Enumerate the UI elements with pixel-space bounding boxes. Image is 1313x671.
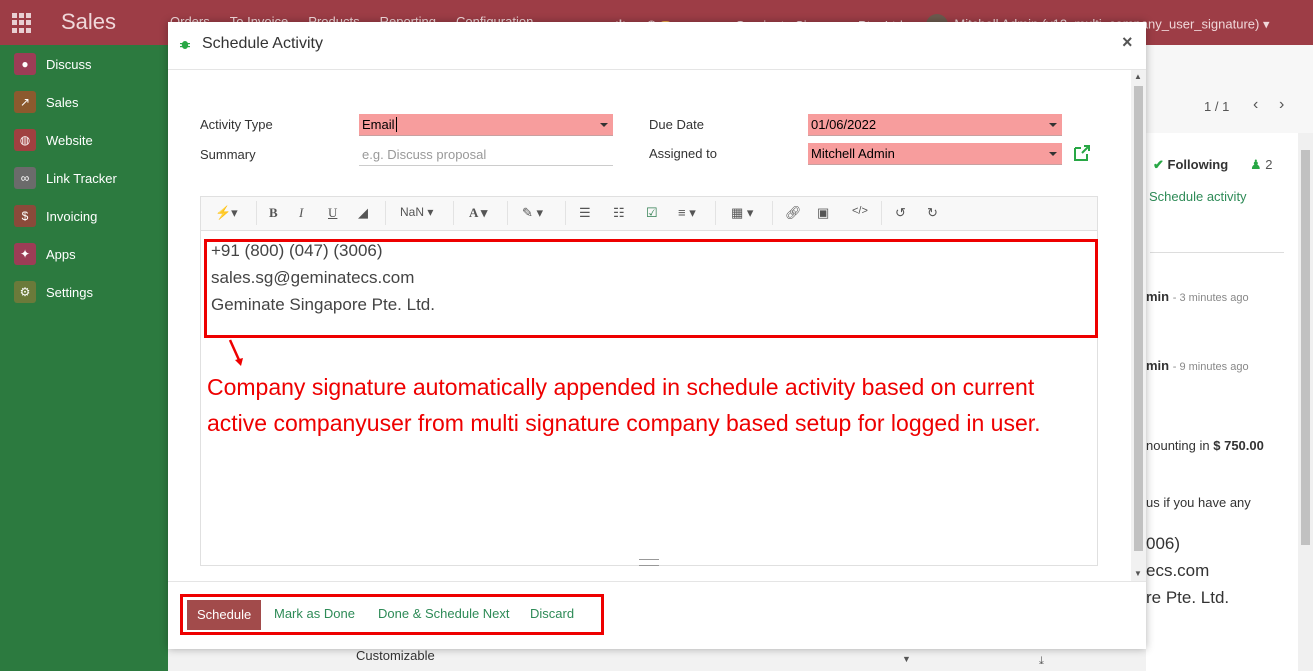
editor-resize-handle[interactable] — [639, 559, 659, 566]
assigned-to-select[interactable]: Mitchell Admin — [808, 143, 1062, 165]
globe-icon: ◍ — [14, 129, 36, 151]
link-icon: ∞ — [14, 167, 36, 189]
due-date-input[interactable]: 01/06/2022 — [808, 114, 1062, 136]
assigned-to-label: Assigned to — [649, 146, 717, 161]
message-body: nounting in $ 750.00 — [1146, 438, 1264, 453]
mark-as-done-button[interactable]: Mark as Done — [274, 606, 355, 621]
background-text: Customizable — [356, 648, 435, 663]
underline-icon[interactable]: U — [328, 205, 337, 221]
font-size-dropdown[interactable]: NaN ▾ — [400, 205, 433, 219]
align-icon[interactable]: ≡ ▾ — [678, 205, 696, 221]
apps-icon: ✦ — [14, 243, 36, 265]
sidebar-item-label: Discuss — [46, 56, 92, 72]
page-scrollbar-thumb[interactable] — [1301, 150, 1310, 545]
signature-email: sales.sg@geminatecs.com — [211, 268, 415, 287]
schedule-activity-link[interactable]: Schedule activity — [1149, 189, 1247, 204]
dialog-title: Schedule Activity — [202, 35, 323, 52]
dialog-footer: Schedule Mark as Done Done & Schedule Ne… — [168, 581, 1146, 650]
sidebar-item-label: Website — [46, 132, 93, 148]
gear-icon: ⚙ — [14, 281, 36, 303]
bug-icon — [180, 41, 190, 49]
activity-type-label: Activity Type — [200, 117, 273, 132]
activity-type-select[interactable]: Email — [359, 114, 613, 136]
sidebar-item-discuss[interactable]: ● Discuss — [14, 53, 92, 75]
redo-icon[interactable]: ↻ — [927, 205, 938, 221]
sidebar-item-label: Sales — [46, 94, 79, 110]
table-icon[interactable]: ▦ ▾ — [731, 205, 753, 221]
unordered-list-icon[interactable]: ☰ — [579, 205, 591, 221]
discard-button[interactable]: Discard — [530, 606, 574, 621]
checklist-icon[interactable]: ☑ — [646, 205, 658, 221]
signature-phone: +91 (800) (047) (3006) — [211, 241, 383, 260]
message-signature: re Pte. Ltd. — [1146, 588, 1230, 607]
sidebar-item-link-tracker[interactable]: ∞ Link Tracker — [14, 167, 117, 189]
scroll-down-icon[interactable]: ▼ — [1134, 569, 1142, 578]
sidebar-item-label: Link Tracker — [46, 170, 117, 186]
check-icon: ✔ — [1153, 157, 1164, 172]
sidebar-item-label: Settings — [46, 284, 93, 300]
summary-label: Summary — [200, 147, 256, 162]
message-signature: 006) — [1146, 534, 1181, 553]
due-date-label: Due Date — [649, 117, 704, 132]
signature-company: Geminate Singapore Pte. Ltd. — [211, 295, 435, 314]
bold-icon[interactable]: B — [269, 205, 278, 221]
chevron-down-icon — [1049, 152, 1057, 156]
scroll-up-icon[interactable]: ▲ — [1134, 72, 1142, 81]
summary-input[interactable]: e.g. Discuss proposal — [359, 144, 613, 166]
editor-toolbar: ⚡▾ B I U ◢ NaN ▾ A ▾ ✎ ▾ ☰ ☷ ☑ ≡ ▾ ▦ ▾ 🔗… — [201, 197, 1097, 231]
scroll-down-icon[interactable]: ▼ — [902, 654, 911, 664]
font-color-icon[interactable]: A ▾ — [469, 205, 487, 221]
italic-icon[interactable]: I — [299, 205, 303, 221]
sidebar-item-label: Apps — [46, 246, 76, 262]
code-view-icon[interactable]: </> — [852, 205, 868, 217]
html-editor[interactable]: ⚡▾ B I U ◢ NaN ▾ A ▾ ✎ ▾ ☰ ☷ ☑ ≡ ▾ ▦ ▾ 🔗… — [200, 196, 1098, 566]
eraser-icon[interactable]: ◢ — [358, 205, 368, 221]
app-brand[interactable]: Sales — [61, 9, 116, 35]
invoice-icon: $ — [14, 205, 36, 227]
chart-icon: ↗ — [14, 91, 36, 113]
download-icon[interactable]: ⤓ — [1039, 655, 1044, 668]
done-schedule-next-button[interactable]: Done & Schedule Next — [378, 606, 510, 621]
annotation-arrow-icon — [228, 339, 243, 366]
followers-button[interactable]: ♟ 2 — [1250, 157, 1273, 173]
followers-count: 2 — [1265, 157, 1273, 172]
pager-next-icon[interactable]: › — [1279, 96, 1284, 114]
background-sheet-bottom — [168, 648, 1146, 671]
pager: 1 / 1 — [1204, 99, 1230, 114]
sidebar-item-website[interactable]: ◍ Website — [14, 129, 93, 151]
schedule-button[interactable]: Schedule — [187, 600, 262, 630]
sidebar-item-label: Invoicing — [46, 208, 98, 224]
undo-icon[interactable]: ↺ — [895, 205, 906, 221]
sidebar: ● Discuss ↗ Sales ◍ Website ∞ Link Tracker $… — [0, 45, 168, 671]
app-menu-icon[interactable] — [12, 13, 32, 33]
following-label: Following — [1167, 157, 1229, 172]
close-icon[interactable]: × — [1122, 32, 1133, 53]
link-icon[interactable]: 🔗︎ — [785, 205, 802, 221]
dialog-scrollbar-thumb[interactable] — [1134, 86, 1143, 551]
external-link-icon[interactable] — [1073, 144, 1091, 162]
chevron-down-icon — [1049, 123, 1057, 127]
message-author: min - 3 minutes ago — [1146, 289, 1249, 304]
schedule-activity-dialog: Schedule Activity × Activity Type Email … — [168, 22, 1146, 649]
chat-icon: ● — [14, 53, 36, 75]
brush-icon[interactable]: ✎ ▾ — [522, 205, 543, 221]
ordered-list-icon[interactable]: ☷ — [613, 205, 625, 221]
chatter-divider — [1150, 252, 1284, 253]
follow-button[interactable]: ✔ Following — [1153, 157, 1228, 173]
message-signature: ecs.com — [1146, 561, 1210, 580]
message-author: min - 9 minutes ago — [1146, 358, 1249, 373]
dialog-body: Activity Type Email Summary e.g. Discuss… — [168, 70, 1131, 581]
sidebar-item-settings[interactable]: ⚙ Settings — [14, 281, 93, 303]
image-icon[interactable]: ▣ — [817, 205, 829, 221]
sidebar-item-invoicing[interactable]: $ Invoicing — [14, 205, 97, 227]
sidebar-item-apps[interactable]: ✦ Apps — [14, 243, 76, 265]
chevron-down-icon — [600, 123, 608, 127]
user-icon: ♟ — [1250, 157, 1262, 172]
sidebar-item-sales[interactable]: ↗ Sales — [14, 91, 79, 113]
magic-wand-icon[interactable]: ⚡▾ — [215, 205, 238, 221]
dialog-header: Schedule Activity × — [168, 22, 1146, 70]
pager-prev-icon[interactable]: ‹ — [1253, 96, 1258, 114]
annotation-text: Company signature automatically appended… — [207, 374, 1041, 436]
message-body: us if you have any — [1146, 495, 1251, 510]
